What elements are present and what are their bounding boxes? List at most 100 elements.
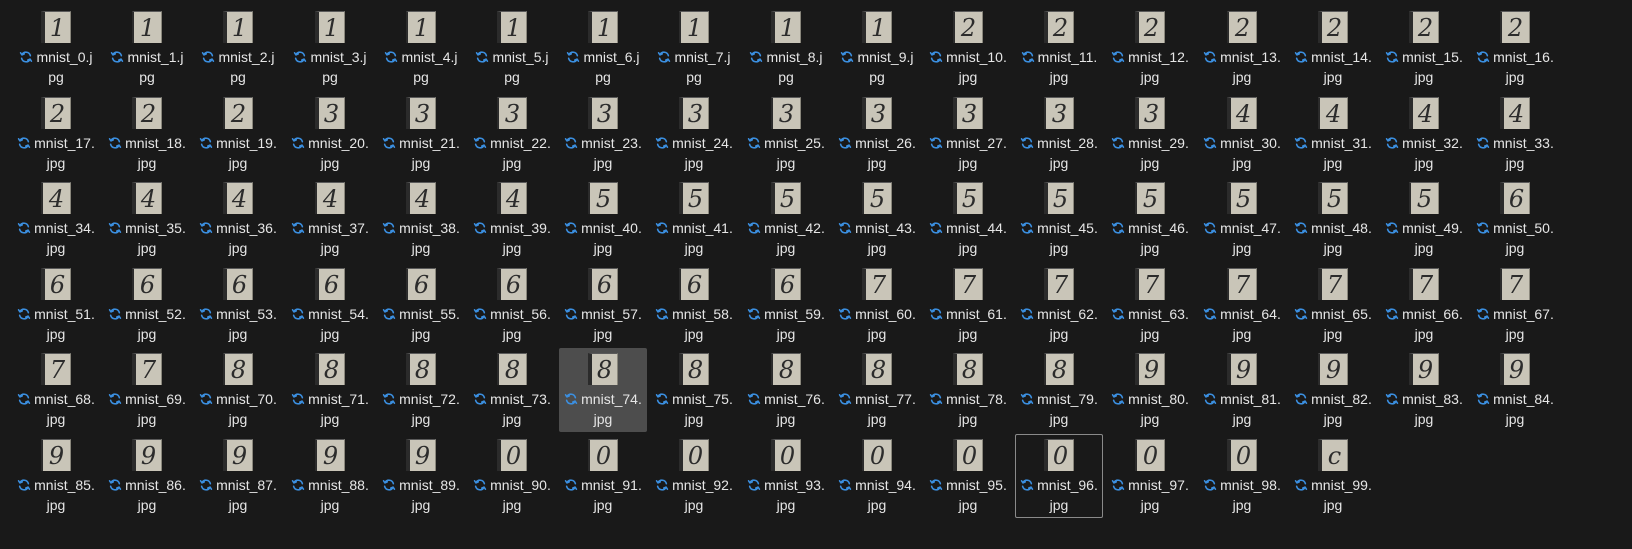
- image-thumbnail[interactable]: 1: [41, 11, 71, 43]
- image-thumbnail[interactable]: 4: [1318, 97, 1348, 129]
- image-thumbnail[interactable]: 4: [223, 182, 253, 214]
- image-thumbnail[interactable]: 5: [862, 182, 892, 214]
- image-thumbnail[interactable]: 5: [953, 182, 983, 214]
- image-thumbnail[interactable]: 1: [132, 11, 162, 43]
- file-item[interactable]: 4 mnist_36. jpg: [194, 177, 282, 261]
- file-item[interactable]: 9 mnist_88. jpg: [286, 434, 374, 518]
- image-thumbnail[interactable]: 1: [315, 11, 345, 43]
- file-item[interactable]: 0 mnist_91. jpg: [559, 434, 647, 518]
- file-item[interactable]: 6 mnist_55. jpg: [377, 263, 465, 347]
- image-thumbnail[interactable]: 0: [953, 439, 983, 471]
- image-thumbnail[interactable]: 5: [1227, 182, 1257, 214]
- image-thumbnail[interactable]: 5: [1135, 182, 1165, 214]
- file-item[interactable]: 3 mnist_28. jpg: [1015, 92, 1103, 176]
- image-thumbnail[interactable]: 7: [1318, 268, 1348, 300]
- file-item[interactable]: 7 mnist_69. jpg: [103, 348, 191, 432]
- file-item[interactable]: 6 mnist_51. jpg: [12, 263, 100, 347]
- file-item[interactable]: 1 mnist_0.j pg: [12, 6, 100, 90]
- file-item[interactable]: 2 mnist_18. jpg: [103, 92, 191, 176]
- image-thumbnail[interactable]: 4: [1409, 97, 1439, 129]
- file-item[interactable]: 3 mnist_23. jpg: [559, 92, 647, 176]
- image-thumbnail[interactable]: 8: [771, 353, 801, 385]
- file-item[interactable]: 1 mnist_3.j pg: [286, 6, 374, 90]
- image-thumbnail[interactable]: 2: [41, 97, 71, 129]
- image-thumbnail[interactable]: 3: [953, 97, 983, 129]
- image-thumbnail[interactable]: 4: [497, 182, 527, 214]
- image-thumbnail[interactable]: 0: [1227, 439, 1257, 471]
- image-thumbnail[interactable]: 3: [588, 97, 618, 129]
- file-item[interactable]: 2 mnist_10. jpg: [924, 6, 1012, 90]
- file-item[interactable]: 1 mnist_6.j pg: [559, 6, 647, 90]
- file-item[interactable]: 0 mnist_96. jpg: [1015, 434, 1103, 518]
- image-thumbnail[interactable]: 1: [497, 11, 527, 43]
- image-thumbnail[interactable]: 6: [223, 268, 253, 300]
- file-item[interactable]: 5 mnist_45. jpg: [1015, 177, 1103, 261]
- image-thumbnail[interactable]: 3: [497, 97, 527, 129]
- file-item[interactable]: 4 mnist_37. jpg: [286, 177, 374, 261]
- image-thumbnail[interactable]: 2: [1227, 11, 1257, 43]
- image-thumbnail[interactable]: 3: [862, 97, 892, 129]
- image-thumbnail[interactable]: 1: [679, 11, 709, 43]
- image-thumbnail[interactable]: 6: [41, 268, 71, 300]
- image-thumbnail[interactable]: 8: [588, 353, 618, 385]
- image-thumbnail[interactable]: 0: [497, 439, 527, 471]
- file-item[interactable]: 3 mnist_20. jpg: [286, 92, 374, 176]
- file-item[interactable]: 4 mnist_33. jpg: [1471, 92, 1559, 176]
- image-thumbnail[interactable]: 5: [679, 182, 709, 214]
- file-item[interactable]: 7 mnist_65. jpg: [1289, 263, 1377, 347]
- file-item[interactable]: 4 mnist_32. jpg: [1380, 92, 1468, 176]
- file-item[interactable]: 3 mnist_22. jpg: [468, 92, 556, 176]
- file-item[interactable]: 5 mnist_48. jpg: [1289, 177, 1377, 261]
- image-thumbnail[interactable]: 4: [406, 182, 436, 214]
- image-thumbnail[interactable]: 0: [1135, 439, 1165, 471]
- image-thumbnail[interactable]: 0: [771, 439, 801, 471]
- image-thumbnail[interactable]: 4: [41, 182, 71, 214]
- image-thumbnail[interactable]: 8: [406, 353, 436, 385]
- image-thumbnail[interactable]: 8: [862, 353, 892, 385]
- image-thumbnail[interactable]: 2: [1318, 11, 1348, 43]
- file-item[interactable]: 3 mnist_24. jpg: [650, 92, 738, 176]
- file-item[interactable]: 2 mnist_13. jpg: [1198, 6, 1286, 90]
- image-thumbnail[interactable]: 1: [223, 11, 253, 43]
- image-thumbnail[interactable]: 2: [953, 11, 983, 43]
- image-thumbnail[interactable]: 3: [406, 97, 436, 129]
- file-item[interactable]: 3 mnist_21. jpg: [377, 92, 465, 176]
- file-item[interactable]: 7 mnist_63. jpg: [1106, 263, 1194, 347]
- image-thumbnail[interactable]: 7: [953, 268, 983, 300]
- file-item[interactable]: 4 mnist_34. jpg: [12, 177, 100, 261]
- image-thumbnail[interactable]: 5: [588, 182, 618, 214]
- image-thumbnail[interactable]: 7: [41, 353, 71, 385]
- file-item[interactable]: 1 mnist_7.j pg: [650, 6, 738, 90]
- file-item[interactable]: 8 mnist_71. jpg: [286, 348, 374, 432]
- image-thumbnail[interactable]: 1: [771, 11, 801, 43]
- file-item[interactable]: 4 mnist_35. jpg: [103, 177, 191, 261]
- image-thumbnail[interactable]: 8: [679, 353, 709, 385]
- file-item[interactable]: 2 mnist_16. jpg: [1471, 6, 1559, 90]
- file-item[interactable]: 4 mnist_38. jpg: [377, 177, 465, 261]
- image-thumbnail[interactable]: 3: [679, 97, 709, 129]
- image-thumbnail[interactable]: 3: [771, 97, 801, 129]
- image-thumbnail[interactable]: 7: [1044, 268, 1074, 300]
- file-item[interactable]: 6 mnist_59. jpg: [742, 263, 830, 347]
- image-thumbnail[interactable]: 1: [862, 11, 892, 43]
- file-item[interactable]: 8 mnist_79. jpg: [1015, 348, 1103, 432]
- image-thumbnail[interactable]: 9: [1135, 353, 1165, 385]
- file-item[interactable]: 9 mnist_87. jpg: [194, 434, 282, 518]
- image-thumbnail[interactable]: 2: [223, 97, 253, 129]
- file-item[interactable]: 8 mnist_73. jpg: [468, 348, 556, 432]
- image-thumbnail[interactable]: 1: [406, 11, 436, 43]
- file-item[interactable]: 8 mnist_78. jpg: [924, 348, 1012, 432]
- image-thumbnail[interactable]: 6: [771, 268, 801, 300]
- image-thumbnail[interactable]: 2: [132, 97, 162, 129]
- image-thumbnail[interactable]: 1: [588, 11, 618, 43]
- image-thumbnail[interactable]: 6: [132, 268, 162, 300]
- image-thumbnail[interactable]: 6: [497, 268, 527, 300]
- file-item[interactable]: 7 mnist_61. jpg: [924, 263, 1012, 347]
- file-item[interactable]: 9 mnist_86. jpg: [103, 434, 191, 518]
- file-item[interactable]: 9 mnist_80. jpg: [1106, 348, 1194, 432]
- file-item[interactable]: 9 mnist_81. jpg: [1198, 348, 1286, 432]
- image-thumbnail[interactable]: 9: [132, 439, 162, 471]
- file-item[interactable]: 5 mnist_40. jpg: [559, 177, 647, 261]
- image-thumbnail[interactable]: 6: [679, 268, 709, 300]
- image-thumbnail[interactable]: 6: [1500, 182, 1530, 214]
